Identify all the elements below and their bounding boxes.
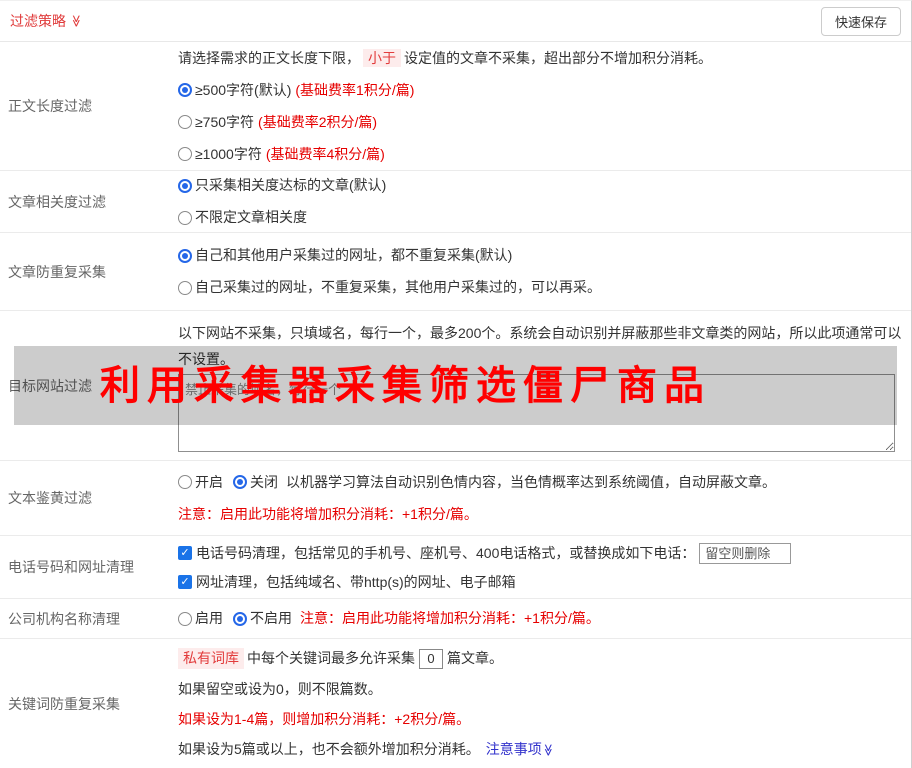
row-label: 目标网站过滤 bbox=[8, 377, 92, 394]
row-label: 文本鉴黄过滤 bbox=[8, 490, 92, 506]
site-filter-description: 以下网站不采集，只填域名，每行一个，最多200个。系统会自动识别并屏蔽那些非文章… bbox=[178, 325, 902, 367]
option-label: 自己采集过的网址，不重复采集，其他用户采集过的，可以再采。 bbox=[195, 279, 601, 295]
option-label: ≥500字符(默认) bbox=[195, 81, 292, 98]
option-label: 自己和其他用户采集过的网址，都不重复采集(默认) bbox=[195, 247, 513, 263]
row-label: 文章相关度过滤 bbox=[8, 193, 106, 210]
row-label: 电话号码和网址清理 bbox=[8, 559, 134, 575]
cost-warning-note: 注意：启用此功能将增加积分消耗：+1积分/篇。 bbox=[300, 610, 600, 626]
less-than-tag: 小于 bbox=[363, 48, 401, 67]
replacement-phone-input[interactable] bbox=[699, 542, 792, 564]
option-label: 开启 bbox=[195, 473, 223, 490]
option-label: ≥1000字符 bbox=[195, 145, 262, 162]
radio-option-disable[interactable]: 不启用 bbox=[233, 609, 292, 628]
radio-option-500[interactable]: ≥500字符(默认) (基础费率1积分/篇) bbox=[178, 81, 903, 100]
radio-option-dedup-self-only[interactable]: 自己采集过的网址，不重复采集，其他用户采集过的，可以再采。 bbox=[178, 278, 903, 297]
quick-save-button[interactable]: 快速保存 bbox=[820, 6, 901, 36]
limit-text-end: 篇文章。 bbox=[447, 650, 503, 666]
row-content: 只采集相关度达标的文章(默认) 不限定文章相关度 bbox=[170, 171, 911, 232]
row-content-length-filter: 正文长度过滤 请选择需求的正文长度下限， 小于 设定值的文章不采集，超出部分不增加积… bbox=[0, 42, 911, 171]
radio-unchecked-icon[interactable] bbox=[178, 210, 192, 225]
row-content: 以下网站不采集，只填域名，每行一个，最多200个。系统会自动识别并屏蔽那些非文章… bbox=[170, 311, 911, 460]
radio-unchecked-icon[interactable] bbox=[178, 611, 192, 626]
radio-option-relevant-only[interactable]: 只采集相关度达标的文章(默认) bbox=[178, 176, 903, 195]
top-bar: 过滤策略 ≫ 快速保存 bbox=[0, 1, 911, 42]
intro-text-after: 设定值的文章不采集，超出部分不增加积分消耗。 bbox=[404, 49, 712, 66]
radio-option-enable[interactable]: 开启 bbox=[178, 473, 223, 492]
radio-option-disable[interactable]: 关闭 bbox=[233, 473, 278, 492]
rule-five-plus-line: 如果设为5篇或以上，也不会额外增加积分消耗。 注意事项 ≫ bbox=[178, 740, 903, 759]
keyword-limit-line: 私有词库 中每个关键词最多允许采集 篇文章。 bbox=[178, 648, 903, 669]
row-porn-text-filter: 文本鉴黄过滤 开启 关闭 以机器学习算法自动识别色情内容，当色情概率达到系统阈值… bbox=[0, 461, 911, 536]
intro-line: 请选择需求的正文长度下限， 小于 设定值的文章不采集，超出部分不增加积分消耗。 bbox=[178, 48, 903, 68]
max-articles-input[interactable] bbox=[419, 648, 443, 669]
notes-link[interactable]: 注意事项 bbox=[486, 740, 542, 759]
row-target-site-filter: 目标网站过滤 以下网站不采集，只填域名，每行一个，最多200个。系统会自动识别并… bbox=[0, 311, 911, 461]
cost-warning-note: 注意：启用此功能将增加积分消耗：+1积分/篇。 bbox=[178, 505, 478, 522]
filter-strategy-page: 过滤策略 ≫ 快速保存 正文长度过滤 请选择需求的正文长度下限， 小于 设定值的文章… bbox=[0, 0, 912, 768]
radio-option-no-limit[interactable]: 不限定文章相关度 bbox=[178, 208, 903, 227]
row-label: 关键词防重复采集 bbox=[8, 695, 120, 712]
feature-description: 以机器学习算法自动识别色情内容，当色情概率达到系统阈值，自动屏蔽文章。 bbox=[286, 473, 776, 490]
radio-option-1000[interactable]: ≥1000字符 (基础费率4积分/篇) bbox=[178, 145, 903, 164]
option-label: 启用 bbox=[195, 610, 223, 626]
checkbox-label: 网址清理，包括纯域名、带http(s)的网址、电子邮箱 bbox=[196, 573, 516, 590]
row-label: 公司机构名称清理 bbox=[8, 610, 120, 627]
intro-text-before: 请选择需求的正文长度下限， bbox=[178, 49, 360, 66]
option-cost-note: (基础费率2积分/篇) bbox=[258, 113, 378, 130]
row-content: ✓ 电话号码清理，包括常见的手机号、座机号、400电话格式，或替换成如下电话： … bbox=[170, 536, 911, 598]
page-title: 过滤策略 bbox=[10, 13, 66, 29]
phone-clean-option: ✓ 电话号码清理，包括常见的手机号、座机号、400电话格式，或替换成如下电话： bbox=[178, 542, 903, 564]
rule-five-plus: 如果设为5篇或以上，也不会额外增加积分消耗。 bbox=[178, 741, 480, 757]
checkbox-checked-icon[interactable]: ✓ bbox=[178, 546, 192, 560]
radio-option-enable[interactable]: 启用 bbox=[178, 609, 223, 628]
rule-empty-or-zero: 如果留空或设为0，则不限篇数。 bbox=[178, 681, 382, 697]
toggle-line: 启用 不启用 注意：启用此功能将增加积分消耗：+1积分/篇。 bbox=[178, 609, 903, 628]
row-content: 启用 不启用 注意：启用此功能将增加积分消耗：+1积分/篇。 bbox=[170, 599, 911, 638]
radio-option-dedup-all-users[interactable]: 自己和其他用户采集过的网址，都不重复采集(默认) bbox=[178, 246, 903, 265]
option-label: ≥750字符 bbox=[195, 113, 255, 130]
radio-checked-icon[interactable] bbox=[178, 178, 192, 193]
option-label: 不启用 bbox=[250, 610, 292, 626]
radio-unchecked-icon[interactable] bbox=[178, 147, 192, 161]
chevron-down-icon: ≫ bbox=[69, 14, 84, 28]
radio-unchecked-icon[interactable] bbox=[178, 280, 192, 295]
option-label: 关闭 bbox=[250, 473, 278, 490]
option-cost-note: (基础费率1积分/篇) bbox=[295, 81, 415, 98]
row-content: 请选择需求的正文长度下限， 小于 设定值的文章不采集，超出部分不增加积分消耗。 ≥5… bbox=[170, 42, 911, 170]
radio-unchecked-icon[interactable] bbox=[178, 475, 192, 489]
radio-option-750[interactable]: ≥750字符 (基础费率2积分/篇) bbox=[178, 113, 903, 132]
radio-checked-icon[interactable] bbox=[178, 248, 192, 263]
radio-checked-icon[interactable] bbox=[178, 83, 192, 97]
row-keyword-dedup: 关键词防重复采集 私有词库 中每个关键词最多允许采集 篇文章。 如果留空或设为0… bbox=[0, 639, 911, 768]
row-content: 开启 关闭 以机器学习算法自动识别色情内容，当色情概率达到系统阈值，自动屏蔽文章… bbox=[170, 461, 911, 535]
radio-checked-icon[interactable] bbox=[233, 475, 247, 489]
row-label: 文章防重复采集 bbox=[8, 263, 106, 280]
row-phone-url-cleaning: 电话号码和网址清理 ✓ 电话号码清理，包括常见的手机号、座机号、400电话格式，… bbox=[0, 536, 911, 599]
option-label: 只采集相关度达标的文章(默认) bbox=[195, 177, 387, 193]
blocked-domains-textarea[interactable] bbox=[178, 374, 895, 452]
option-label: 不限定文章相关度 bbox=[195, 209, 307, 225]
row-relevance-filter: 文章相关度过滤 只采集相关度达标的文章(默认) 不限定文章相关度 bbox=[0, 171, 911, 233]
radio-checked-icon[interactable] bbox=[233, 611, 247, 626]
row-content: 私有词库 中每个关键词最多允许采集 篇文章。 如果留空或设为0，则不限篇数。 如… bbox=[170, 639, 911, 768]
row-content: 自己和其他用户采集过的网址，都不重复采集(默认) 自己采集过的网址，不重复采集，… bbox=[170, 233, 911, 310]
rule-one-to-four: 如果设为1-4篇，则增加积分消耗：+2积分/篇。 bbox=[178, 711, 471, 727]
row-label: 正文长度过滤 bbox=[8, 98, 92, 114]
toggle-line: 开启 关闭 以机器学习算法自动识别色情内容，当色情概率达到系统阈值，自动屏蔽文章… bbox=[178, 473, 903, 492]
checkbox-label: 电话号码清理，包括常见的手机号、座机号、400电话格式，或替换成如下电话： bbox=[196, 544, 696, 561]
url-clean-option: ✓ 网址清理，包括纯域名、带http(s)的网址、电子邮箱 bbox=[178, 573, 903, 592]
chevron-down-icon: ≫ bbox=[541, 743, 556, 756]
row-dedup-collection: 文章防重复采集 自己和其他用户采集过的网址，都不重复采集(默认) 自己采集过的网… bbox=[0, 233, 911, 311]
radio-unchecked-icon[interactable] bbox=[178, 115, 192, 129]
limit-text: 中每个关键词最多允许采集 bbox=[247, 650, 415, 666]
checkbox-checked-icon[interactable]: ✓ bbox=[178, 575, 192, 589]
private-lexicon-tag: 私有词库 bbox=[178, 648, 244, 669]
option-cost-note: (基础费率4积分/篇) bbox=[265, 145, 385, 162]
section-title[interactable]: 过滤策略 ≫ bbox=[10, 11, 83, 31]
row-company-name-cleaning: 公司机构名称清理 启用 不启用 注意：启用此功能将增加积分消耗：+1积分/篇。 bbox=[0, 599, 911, 639]
